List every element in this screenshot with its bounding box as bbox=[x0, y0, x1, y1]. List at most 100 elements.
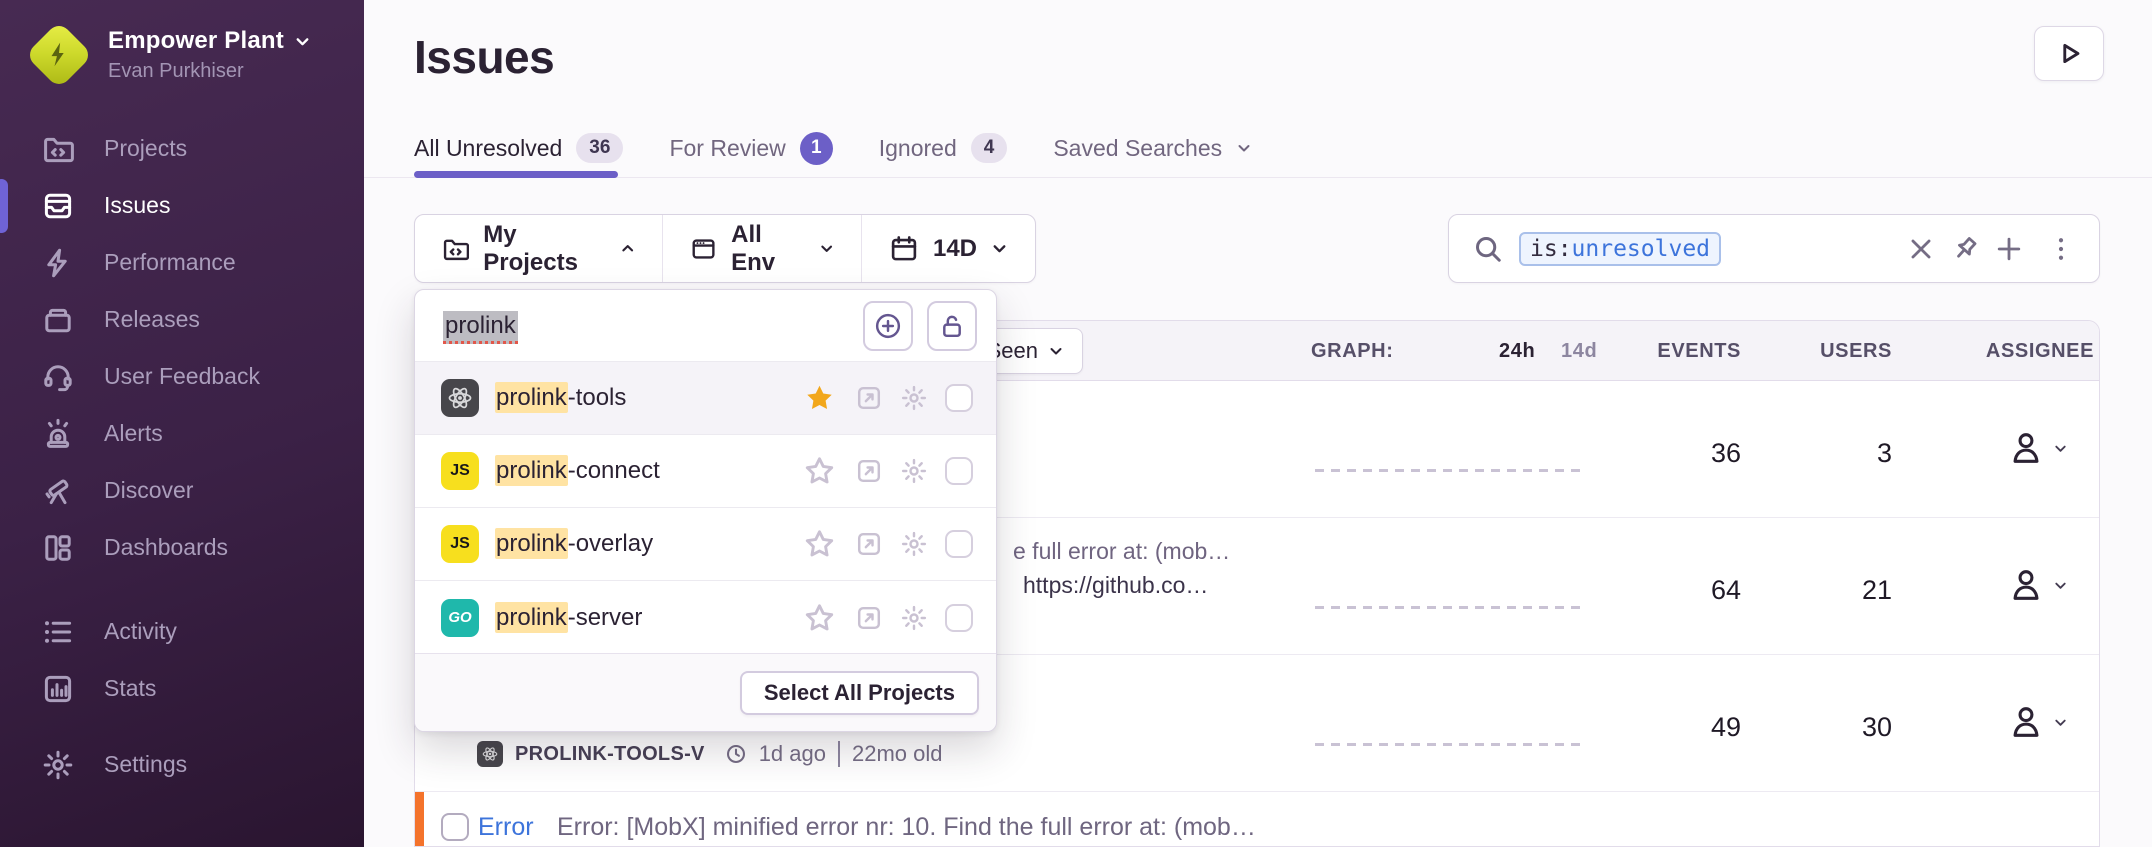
query-match: prolink bbox=[495, 602, 568, 633]
issue-level-link[interactable]: Error bbox=[478, 813, 534, 842]
events-count: 36 bbox=[1595, 433, 1741, 473]
chevron-down-icon bbox=[294, 33, 311, 50]
graph-period-14d[interactable]: 14d bbox=[1561, 340, 1597, 363]
sidebar-item-settings[interactable]: Settings bbox=[0, 736, 364, 793]
project-filter-label: My Projects bbox=[483, 221, 605, 277]
sidebar-item-dashboards[interactable]: Dashboards bbox=[0, 519, 364, 576]
project-search-row[interactable]: prolink bbox=[415, 290, 996, 362]
calendar-icon bbox=[889, 234, 919, 264]
project-settings-button[interactable] bbox=[900, 384, 928, 412]
tab-label: Saved Searches bbox=[1053, 135, 1222, 162]
sidebar-item-performance[interactable]: Performance bbox=[0, 234, 364, 291]
environment-filter-button[interactable]: All Env bbox=[662, 215, 861, 282]
replay-play-button[interactable] bbox=[2034, 26, 2104, 81]
pin-search-icon[interactable] bbox=[1951, 235, 1979, 263]
sidebar-item-label: Discover bbox=[104, 477, 193, 504]
lightning-icon bbox=[42, 247, 74, 279]
sidebar-item-releases[interactable]: Releases bbox=[0, 291, 364, 348]
open-project-button[interactable] bbox=[855, 530, 883, 558]
sidebar-item-projects[interactable]: Projects bbox=[0, 120, 364, 177]
project-settings-button[interactable] bbox=[900, 457, 928, 485]
chevron-down-icon bbox=[2053, 715, 2068, 730]
sidebar-item-user-feedback[interactable]: User Feedback bbox=[0, 348, 364, 405]
events-column-label: EVENTS bbox=[1595, 340, 1741, 363]
open-project-button[interactable] bbox=[855, 604, 883, 632]
project-search-query[interactable]: prolink bbox=[443, 311, 518, 344]
issue-search-bar[interactable]: is:unresolved bbox=[1448, 214, 2100, 283]
project-option-prolink-overlay[interactable]: JS prolink-overlay bbox=[415, 508, 996, 581]
tab-for-review[interactable]: For Review 1 bbox=[669, 132, 832, 165]
star-toggle[interactable] bbox=[804, 383, 835, 414]
project-checkbox[interactable] bbox=[945, 384, 973, 412]
project-checkbox[interactable] bbox=[945, 457, 973, 485]
user-name: Evan Purkhiser bbox=[108, 60, 311, 83]
sidebar-item-discover[interactable]: Discover bbox=[0, 462, 364, 519]
org-text: Empower Plant Evan Purkhiser bbox=[108, 27, 311, 83]
search-icon bbox=[1473, 234, 1503, 264]
sidebar-item-stats[interactable]: Stats bbox=[0, 660, 364, 717]
atom-icon bbox=[446, 384, 474, 412]
add-search-icon[interactable] bbox=[1995, 235, 2023, 263]
project-option-prolink-server[interactable]: GO prolink-server bbox=[415, 581, 996, 654]
sidebar-item-alerts[interactable]: Alerts bbox=[0, 405, 364, 462]
project-settings-button[interactable] bbox=[900, 604, 928, 632]
star-toggle[interactable] bbox=[804, 529, 835, 560]
assignee-selector[interactable] bbox=[2007, 429, 2068, 467]
lightning-icon bbox=[44, 40, 74, 70]
select-all-projects-button[interactable]: Select All Projects bbox=[740, 671, 979, 715]
sidebar-item-label: Stats bbox=[104, 675, 156, 702]
project-checkbox[interactable] bbox=[945, 530, 973, 558]
chevron-up-icon bbox=[620, 240, 635, 257]
issues-icon bbox=[42, 190, 74, 222]
sidebar-item-activity[interactable]: Activity bbox=[0, 603, 364, 660]
atom-icon bbox=[481, 745, 499, 763]
clear-search-icon[interactable] bbox=[1907, 235, 1935, 263]
open-project-button[interactable] bbox=[855, 384, 883, 412]
assignee-selector[interactable] bbox=[2007, 566, 2068, 604]
date-filter-button[interactable]: 14D bbox=[861, 215, 1035, 282]
tab-ignored[interactable]: Ignored 4 bbox=[879, 133, 1008, 163]
tab-all-unresolved[interactable]: All Unresolved 36 bbox=[414, 133, 623, 163]
active-indicator bbox=[0, 179, 8, 233]
star-icon bbox=[804, 529, 835, 560]
sidebar-item-issues[interactable]: Issues bbox=[0, 177, 364, 234]
sparkline-placeholder bbox=[1315, 743, 1587, 746]
add-project-button[interactable] bbox=[863, 301, 913, 351]
tab-saved-searches[interactable]: Saved Searches bbox=[1053, 135, 1252, 162]
sidebar-item-label: Issues bbox=[104, 192, 170, 219]
project-option-prolink-connect[interactable]: JS prolink-connect bbox=[415, 435, 996, 508]
graph-period-24h[interactable]: 24h bbox=[1499, 340, 1535, 363]
tab-label: All Unresolved bbox=[414, 135, 562, 162]
project-filter-button[interactable]: My Projects bbox=[415, 215, 662, 282]
issue-row[interactable]: Error Error: [MobX] minified error nr: 1… bbox=[415, 792, 2099, 847]
tab-count-badge: 1 bbox=[800, 132, 833, 165]
org-switcher[interactable]: Empower Plant Evan Purkhiser bbox=[30, 26, 311, 84]
search-token[interactable]: is:unresolved bbox=[1519, 232, 1721, 266]
meta-divider bbox=[838, 741, 840, 767]
sidebar-item-label: User Feedback bbox=[104, 363, 260, 390]
sidebar-item-label: Releases bbox=[104, 306, 200, 333]
issue-title-fragment: e full error at: (mob… bbox=[1013, 538, 1230, 565]
project-checkbox[interactable] bbox=[945, 604, 973, 632]
dashboard-icon bbox=[42, 532, 74, 564]
issue-age: 22mo old bbox=[852, 741, 943, 767]
project-settings-button[interactable] bbox=[900, 530, 928, 558]
star-toggle[interactable] bbox=[804, 456, 835, 487]
last-seen-time: 1d ago bbox=[759, 741, 826, 767]
users-count: 21 bbox=[1745, 570, 1892, 610]
gear-icon bbox=[900, 457, 928, 485]
lock-selection-button[interactable] bbox=[927, 301, 977, 351]
assignee-selector[interactable] bbox=[2007, 703, 2068, 741]
overflow-menu-icon[interactable] bbox=[2047, 235, 2075, 263]
sidebar-item-label: Dashboards bbox=[104, 534, 228, 561]
bar-chart-icon bbox=[42, 673, 74, 705]
star-toggle[interactable] bbox=[804, 602, 835, 633]
project-option-prolink-tools[interactable]: prolink-tools bbox=[415, 362, 996, 435]
external-link-icon bbox=[855, 457, 883, 485]
go-platform-icon: GO bbox=[441, 599, 479, 637]
open-project-button[interactable] bbox=[855, 457, 883, 485]
project-slug[interactable]: PROLINK-TOOLS-V bbox=[515, 743, 705, 766]
filter-bar: My Projects All Env 14D bbox=[414, 214, 1036, 283]
issue-checkbox[interactable] bbox=[441, 813, 469, 841]
issue-meta: PROLINK-TOOLS-V 1d ago 22mo old bbox=[477, 741, 943, 767]
